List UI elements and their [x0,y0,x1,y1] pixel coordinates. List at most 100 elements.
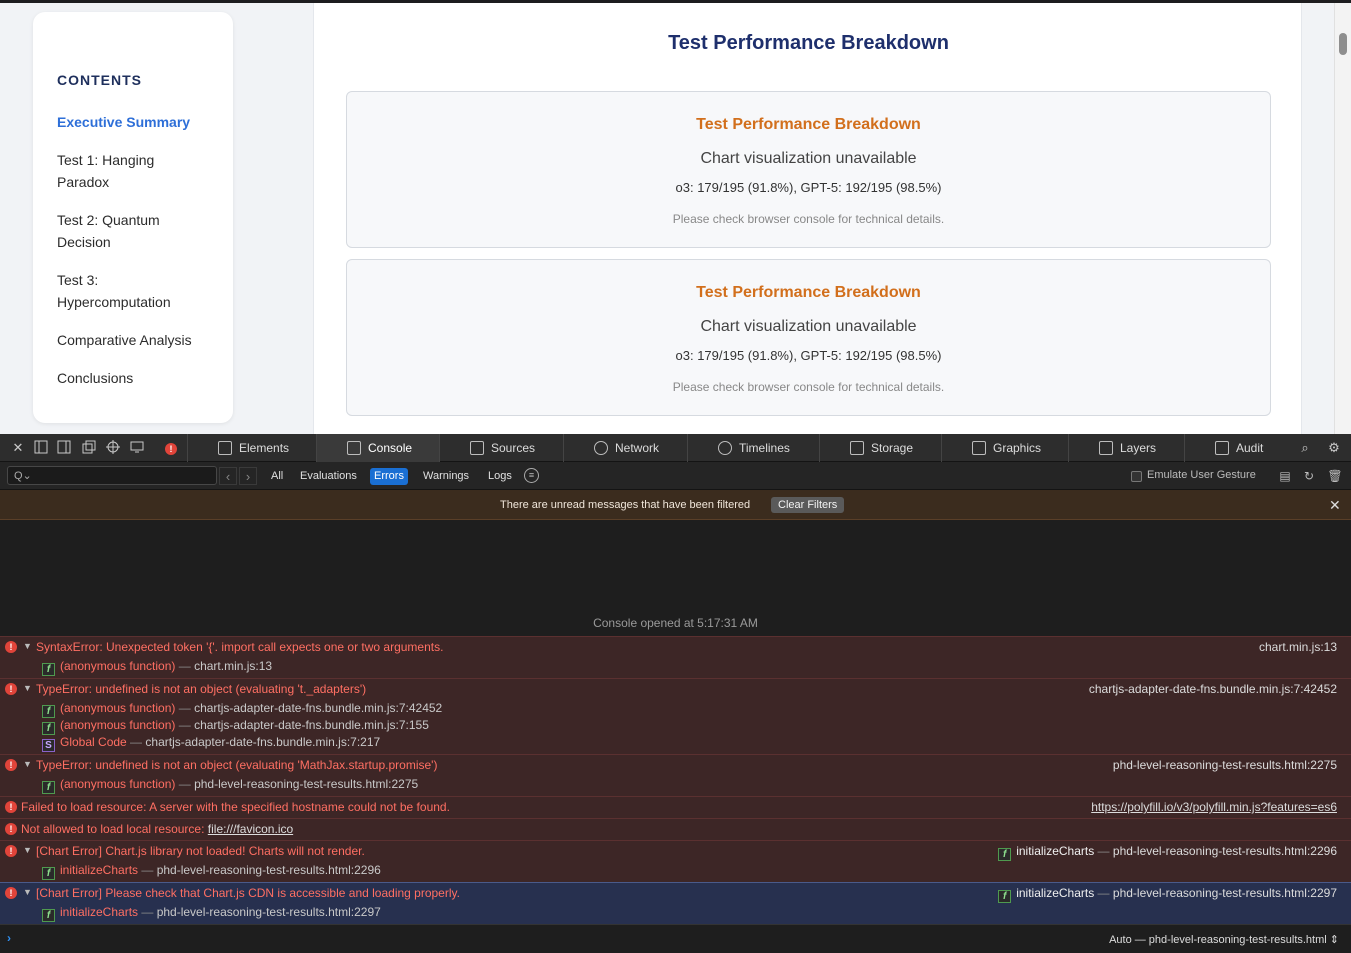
console-error-message-selected[interactable]: ! ▼ [Chart Error] Please check that Char… [0,882,1351,924]
console-prompt[interactable]: › Auto — phd-level-reasoning-test-result… [0,924,1351,953]
dock-bottom-icon[interactable] [33,440,49,456]
page-scrollbar[interactable] [1334,3,1351,434]
table-of-contents: CONTENTS Executive Summary Test 1: Hangi… [33,12,233,423]
tab-storage[interactable]: Storage [819,434,941,462]
console-error-message[interactable]: ! Not allowed to load local resource: fi… [0,818,1351,840]
elements-icon [218,441,232,455]
stack-frame[interactable]: f (anonymous function) — chartjs-adapter-… [42,718,429,735]
console-error-message[interactable]: ! ▼ TypeError: undefined is not an objec… [0,678,1351,754]
execution-context-select[interactable]: Auto — phd-level-reasoning-test-results.… [1109,933,1339,946]
function-icon: f [42,722,55,735]
filter-evaluations-button[interactable]: Evaluations [296,468,361,485]
function-icon: f [998,848,1012,861]
close-inspector-icon[interactable]: ✕ [10,440,26,456]
emulate-user-gesture-checkbox[interactable] [1131,471,1142,482]
card-unavailable-text: Chart visualization unavailable [700,318,917,335]
disclosure-triangle-icon[interactable]: ▼ [23,887,32,897]
toc-item-comparative-analysis[interactable]: Comparative Analysis [57,329,217,351]
function-icon: f [42,867,55,880]
console-error-message[interactable]: ! ▼ SyntaxError: Unexpected token '{'. i… [0,636,1351,678]
stack-frame[interactable]: f (anonymous function) — chartjs-adapter-… [42,701,442,718]
console-error-message[interactable]: ! Failed to load resource: A server with… [0,796,1351,818]
disclosure-triangle-icon[interactable]: ▼ [23,683,32,693]
preserve-log-icon[interactable]: ▤ [1277,468,1293,484]
function-icon: f [42,705,55,718]
console-filter-input[interactable] [7,466,217,485]
chart-fallback-card: Test Performance Breakdown Chart visuali… [346,259,1271,416]
stack-frame[interactable]: f (anonymous function) — chart.min.js:13 [42,659,272,676]
search-icon[interactable]: ⌕ [1297,440,1313,456]
error-icon: ! [5,759,17,771]
close-banner-icon[interactable]: ✕ [1329,497,1341,514]
sources-icon [470,441,484,455]
stack-frame[interactable]: f initializeCharts — phd-level-reasoning-… [42,863,381,880]
error-icon: ! [5,845,17,857]
error-source-link[interactable]: chartjs-adapter-date-fns.bundle.min.js:7… [1089,682,1337,696]
function-icon: f [998,890,1012,903]
filter-errors-button[interactable]: Errors [370,468,408,485]
toc-item-test-1[interactable]: Test 1: Hanging Paradox [57,149,177,193]
toc-item-executive-summary[interactable]: Executive Summary [57,111,217,133]
prompt-chevron-icon: › [7,931,11,945]
error-icon: ! [5,683,17,695]
page-scrollbar-thumb[interactable] [1339,33,1347,55]
console-error-message[interactable]: ! ▼ TypeError: undefined is not an objec… [0,754,1351,796]
error-source-link[interactable]: f initializeCharts — phd-level-reasoning-… [998,844,1337,861]
filter-warnings-button[interactable]: Warnings [419,468,473,485]
error-text: [Chart Error] Chart.js library not loade… [36,844,365,858]
console-error-message[interactable]: ! ▼ [Chart Error] Chart.js library not l… [0,840,1351,882]
console-filter-bar: Q⌄ ‹ › All Evaluations Errors Warnings L… [0,462,1351,490]
detach-window-icon[interactable] [81,440,97,456]
tab-network[interactable]: Network [563,434,687,462]
error-source-link[interactable]: chart.min.js:13 [1259,640,1337,654]
clear-filters-button[interactable]: Clear Filters [771,497,845,513]
card-title: Test Performance Breakdown [696,116,921,133]
error-source-link[interactable]: https://polyfill.io/v3/polyfill.min.js?f… [1091,800,1337,814]
toc-item-test-3[interactable]: Test 3: Hypercomputation [57,269,192,313]
stack-frame[interactable]: f (anonymous function) — phd-level-reason… [42,777,418,794]
error-source-link[interactable]: f initializeCharts — phd-level-reasoning-… [998,886,1337,903]
tab-elements[interactable]: Elements [187,434,316,462]
tab-graphics[interactable]: Graphics [941,434,1068,462]
card-stats: o3: 179/195 (91.8%), GPT-5: 192/195 (98.… [675,348,942,363]
error-text: [Chart Error] Please check that Chart.js… [36,886,460,900]
disclosure-triangle-icon[interactable]: ▼ [23,845,32,855]
main-content: Test Performance Breakdown Test Performa… [313,3,1302,434]
chart-fallback-card: Test Performance Breakdown Chart visuali… [346,91,1271,248]
filter-logs-button[interactable]: Logs [484,468,516,485]
error-text: Not allowed to load local resource: file… [21,822,294,836]
error-icon: ! [5,801,17,813]
disclosure-triangle-icon[interactable]: ▼ [23,641,32,651]
device-icon[interactable] [129,440,145,456]
stack-frame[interactable]: S Global Code — chartjs-adapter-date-fns.… [42,735,380,752]
previous-match-icon[interactable]: ‹ [219,467,237,485]
element-picker-icon[interactable] [105,440,121,456]
dock-side-icon[interactable] [56,440,72,456]
error-text: TypeError: undefined is not an object (e… [36,682,367,696]
error-icon: ! [5,641,17,653]
card-unavailable-text: Chart visualization unavailable [700,150,917,167]
tab-sources[interactable]: Sources [439,434,563,462]
filter-all-button[interactable]: All [267,468,287,485]
error-source-link[interactable]: phd-level-reasoning-test-results.html:22… [1113,758,1337,772]
tab-timelines[interactable]: Timelines [687,434,819,462]
toc-item-conclusions[interactable]: Conclusions [57,367,217,389]
favicon-link[interactable]: file:///favicon.ico [208,822,293,836]
console-icon [347,441,361,455]
layers-icon [1099,441,1113,455]
settings-gear-icon[interactable]: ⚙ [1326,440,1342,456]
next-match-icon[interactable]: › [239,467,257,485]
disclosure-triangle-icon[interactable]: ▼ [23,759,32,769]
tab-console[interactable]: Console [316,434,439,462]
error-count-icon[interactable]: ! [163,440,179,456]
more-filters-icon[interactable]: ≡ [524,468,539,483]
tab-audit[interactable]: Audit [1184,434,1291,462]
reload-icon[interactable]: ↻ [1301,468,1317,484]
function-icon: f [42,909,55,922]
timelines-icon [718,441,732,455]
select-arrows-icon: ⇕ [1329,934,1339,946]
clear-console-trash-icon[interactable]: 🗑 [1327,468,1343,484]
tab-layers[interactable]: Layers [1068,434,1184,462]
stack-frame[interactable]: f initializeCharts — phd-level-reasoning-… [42,905,381,922]
toc-item-test-2[interactable]: Test 2: Quantum Decision [57,209,177,253]
